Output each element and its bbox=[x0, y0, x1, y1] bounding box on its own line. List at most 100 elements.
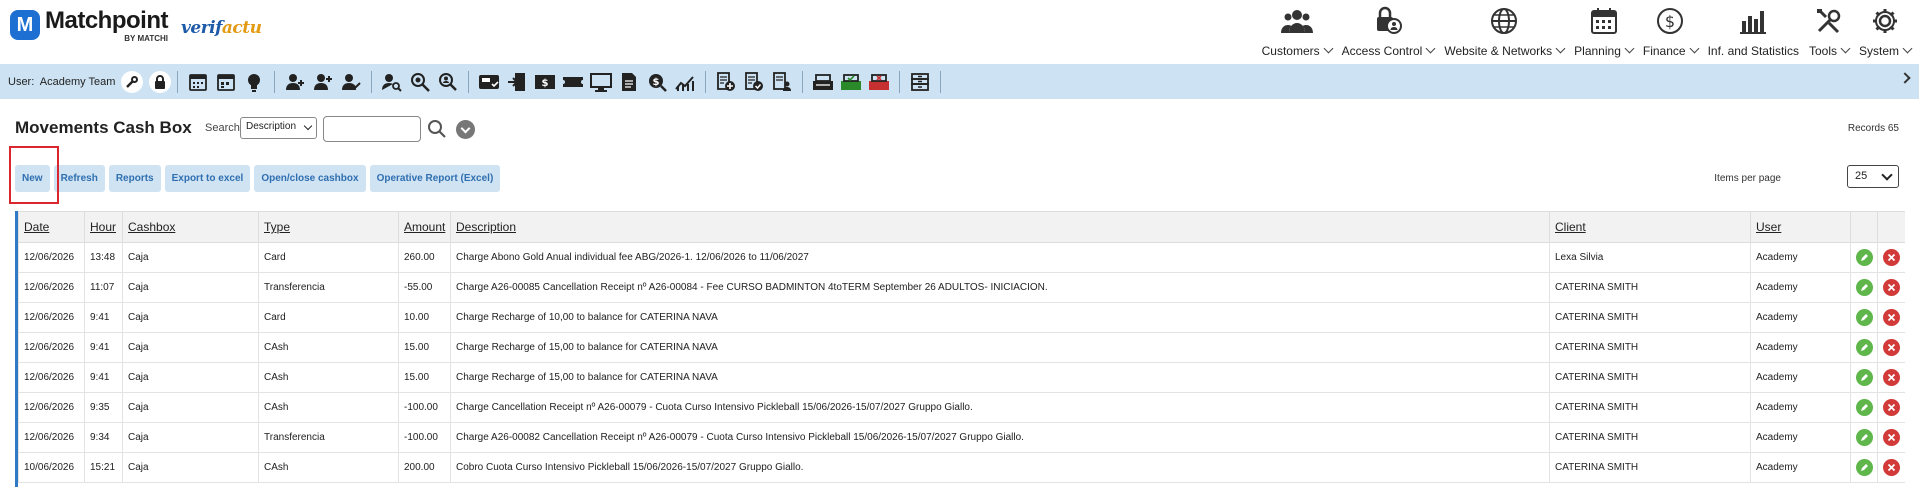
edit-pencil-icon[interactable] bbox=[1855, 339, 1873, 356]
quick-toolbar: User: Academy Team $ $ bbox=[0, 64, 1919, 99]
nav-label: Tools bbox=[1808, 44, 1837, 58]
edit-pencil-icon[interactable] bbox=[1855, 429, 1873, 446]
tb-user-search-icon[interactable] bbox=[381, 70, 403, 94]
col-cashbox-header[interactable]: Cashbox bbox=[122, 211, 259, 243]
col-client-header[interactable]: Client bbox=[1549, 211, 1751, 243]
edit-pencil-icon[interactable] bbox=[1855, 249, 1873, 266]
operative-report-button[interactable]: Operative Report (Excel) bbox=[369, 165, 501, 192]
delete-x-icon[interactable] bbox=[1883, 369, 1900, 386]
toolbar-scroll-right-icon[interactable] bbox=[1899, 72, 1911, 84]
cell-client: CATERINA SMITH bbox=[1549, 392, 1751, 423]
table-row[interactable]: 12/06/2026 9:41 Caja Card 10.00 Charge Rechar… bbox=[18, 302, 1905, 333]
nav-customers[interactable]: Customers bbox=[1262, 0, 1334, 63]
items-per-page-select[interactable]: 25 bbox=[1847, 165, 1899, 188]
lock-quick-button[interactable] bbox=[149, 70, 172, 93]
nav-inf-statistics[interactable]: Inf. and Statistics bbox=[1708, 0, 1799, 63]
table-row[interactable]: 12/06/2026 9:35 Caja CAsh -100.00 Charge Canc… bbox=[18, 392, 1905, 423]
tb-register-icon[interactable] bbox=[812, 70, 834, 94]
cell-description: Charge Abono Gold Anual individual fee A… bbox=[450, 242, 1550, 273]
tb-invoice-add-icon[interactable] bbox=[715, 70, 737, 94]
edit-pencil-icon[interactable] bbox=[1855, 369, 1873, 386]
tb-trend-chart-icon[interactable] bbox=[674, 70, 696, 94]
delete-x-icon[interactable] bbox=[1883, 339, 1900, 356]
delete-x-icon[interactable] bbox=[1883, 249, 1900, 266]
col-hour-header[interactable]: Hour bbox=[84, 211, 123, 243]
tb-money-search-icon[interactable]: $ bbox=[646, 70, 668, 94]
tb-pos-icon[interactable] bbox=[478, 70, 500, 94]
search-button[interactable] bbox=[427, 119, 447, 144]
cell-user: Academy bbox=[1750, 332, 1851, 363]
edit-pencil-icon[interactable] bbox=[1855, 399, 1873, 416]
col-description-header[interactable]: Description bbox=[450, 211, 1550, 243]
tb-document-icon[interactable] bbox=[618, 70, 640, 94]
cell-type: CAsh bbox=[258, 452, 399, 483]
cell-description: Charge Cancellation Receipt nº A26-00079… bbox=[450, 392, 1550, 423]
edit-pencil-icon[interactable] bbox=[1855, 309, 1873, 326]
tb-search-zoom-icon[interactable] bbox=[409, 70, 431, 94]
delete-x-icon[interactable] bbox=[1883, 279, 1900, 296]
tb-user-find-icon[interactable] bbox=[437, 70, 459, 94]
tools-quick-button[interactable] bbox=[121, 70, 144, 93]
table-row[interactable]: 12/06/2026 9:34 Caja Transferencia -100.00 Ch… bbox=[18, 422, 1905, 453]
tb-add-user-icon[interactable] bbox=[284, 70, 306, 94]
tb-cash-icon[interactable]: $ bbox=[534, 70, 556, 94]
cell-date: 12/06/2026 bbox=[18, 422, 85, 453]
table-row[interactable]: 12/06/2026 13:48 Caja Card 260.00 Charge Abon… bbox=[18, 242, 1905, 273]
tb-invoice-check-icon[interactable] bbox=[743, 70, 765, 94]
open-close-cashbox-button[interactable]: Open/close cashbox bbox=[254, 165, 366, 192]
col-user-header[interactable]: User bbox=[1750, 211, 1851, 243]
cell-delete bbox=[1877, 422, 1905, 453]
cell-client: CATERINA SMITH bbox=[1549, 332, 1751, 363]
cell-type: CAsh bbox=[258, 362, 399, 393]
tb-lightbulb-icon[interactable] bbox=[243, 70, 265, 94]
cell-edit bbox=[1850, 392, 1878, 423]
table-row[interactable]: 12/06/2026 11:07 Caja Transferencia -55.00 Ch… bbox=[18, 272, 1905, 303]
tb-register-close-icon[interactable] bbox=[868, 70, 890, 94]
tb-ticket-icon[interactable] bbox=[562, 70, 584, 94]
nav-finance[interactable]: $ Finance bbox=[1643, 0, 1700, 63]
advanced-search-toggle[interactable] bbox=[456, 120, 475, 139]
nav-system[interactable]: System bbox=[1859, 0, 1913, 63]
delete-x-icon[interactable] bbox=[1883, 309, 1900, 326]
delete-x-icon[interactable] bbox=[1883, 399, 1900, 416]
delete-x-icon[interactable] bbox=[1883, 459, 1900, 476]
nav-access-control[interactable]: Access Control bbox=[1341, 0, 1436, 63]
edit-pencil-icon[interactable] bbox=[1855, 459, 1873, 476]
action-buttons: New Refresh Reports Export to excel Open… bbox=[15, 165, 504, 192]
tb-door-exit-icon[interactable] bbox=[506, 70, 528, 94]
chevron-down-icon bbox=[1689, 43, 1700, 54]
col-amount-header[interactable]: Amount bbox=[398, 211, 451, 243]
nav-label: Website & Networks bbox=[1444, 44, 1553, 58]
tb-add-users-icon[interactable] bbox=[312, 70, 334, 94]
toolbar-divider bbox=[899, 70, 901, 93]
table-row[interactable]: 12/06/2026 9:41 Caja CAsh 15.00 Charge Rechar… bbox=[18, 332, 1905, 363]
matchpoint-logo[interactable]: M Matchpoint BY MATCHI bbox=[10, 8, 168, 44]
col-date-header[interactable]: Date bbox=[18, 211, 85, 243]
tb-archive-icon[interactable] bbox=[909, 70, 931, 94]
nav-website-networks[interactable]: Website & Networks bbox=[1444, 0, 1566, 63]
customers-icon bbox=[1280, 4, 1313, 38]
tb-monitor-icon[interactable] bbox=[590, 70, 613, 94]
cell-user: Academy bbox=[1750, 392, 1851, 423]
tb-register-open-icon[interactable] bbox=[840, 70, 862, 94]
search-input[interactable] bbox=[323, 116, 421, 142]
col-type-header[interactable]: Type bbox=[258, 211, 399, 243]
refresh-button[interactable]: Refresh bbox=[53, 165, 105, 192]
table-row[interactable]: 12/06/2026 9:41 Caja CAsh 15.00 Charge Rechar… bbox=[18, 362, 1905, 393]
chevron-down-icon bbox=[1425, 43, 1436, 54]
verifactu-part-b: actu bbox=[221, 18, 262, 38]
nav-tools[interactable]: Tools bbox=[1808, 0, 1851, 63]
tb-user-check-icon[interactable] bbox=[340, 70, 362, 94]
tb-invoice-user-icon[interactable] bbox=[771, 70, 793, 94]
reports-button[interactable]: Reports bbox=[108, 165, 161, 192]
edit-pencil-icon[interactable] bbox=[1855, 279, 1873, 296]
cell-user: Academy bbox=[1750, 302, 1851, 333]
export-excel-button[interactable]: Export to excel bbox=[164, 165, 251, 192]
table-row[interactable]: 10/06/2026 15:21 Caja CAsh 200.00 Cobro Cuota… bbox=[18, 452, 1905, 483]
search-field-select[interactable]: Description bbox=[240, 117, 317, 139]
nav-label: Access Control bbox=[1341, 44, 1423, 58]
delete-x-icon[interactable] bbox=[1883, 429, 1900, 446]
nav-planning[interactable]: Planning bbox=[1574, 0, 1635, 63]
tb-calendar-icon[interactable] bbox=[215, 70, 237, 94]
tb-calendar-list-icon[interactable] bbox=[187, 70, 209, 94]
